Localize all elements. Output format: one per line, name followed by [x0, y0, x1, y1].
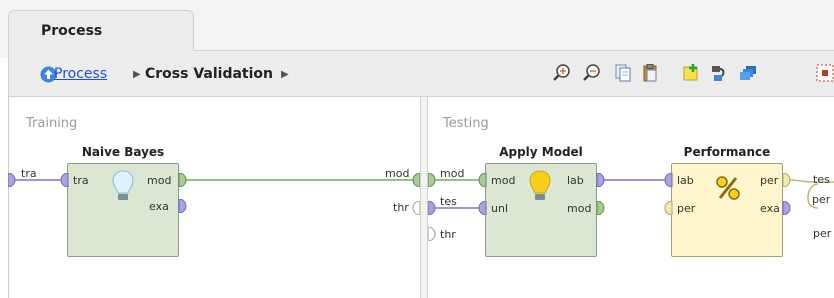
testing-thr-input-port[interactable] — [428, 227, 436, 241]
paste-icon[interactable] — [640, 63, 660, 83]
training-title: Training — [26, 116, 78, 131]
apply-model-unl-label: unl — [491, 202, 508, 215]
lightbulb-lit-icon — [529, 170, 551, 200]
panel-divider[interactable] — [420, 97, 428, 298]
auto-wire-icon[interactable] — [710, 63, 730, 83]
testing-mod-input-label: mod — [440, 167, 465, 180]
naive-bayes-tra-port[interactable] — [59, 173, 69, 187]
copy-icon[interactable] — [613, 63, 633, 83]
testing-thr-input-label: thr — [440, 228, 456, 241]
breadcrumb-current: Cross Validation — [145, 66, 273, 82]
training-thr-output-label: thr — [393, 201, 409, 214]
training-input-label: tra — [21, 167, 37, 180]
percent-icon — [716, 176, 740, 200]
performance-lab-label: lab — [677, 174, 694, 187]
naive-bayes-mod-label: mod — [147, 174, 172, 187]
testing-mod-input-port[interactable] — [428, 173, 436, 187]
naive-bayes-mod-port[interactable] — [178, 173, 188, 187]
training-thr-output-port[interactable] — [412, 201, 420, 215]
training-mod-output-port[interactable] — [412, 173, 420, 187]
performance-per-input-label: per — [677, 202, 696, 215]
apply-model-mod-port[interactable] — [477, 173, 487, 187]
tab-process[interactable]: Process — [8, 10, 194, 51]
performance-per-label: per — [760, 174, 779, 187]
apply-model-mod-out-port[interactable] — [596, 201, 606, 215]
apply-model-name: Apply Model — [499, 145, 583, 159]
apply-model-lab-label: lab — [567, 174, 584, 187]
testing-per-output-label-2: per — [813, 227, 832, 240]
testing-tes-input-port[interactable] — [428, 201, 436, 215]
training-mod-output-label: mod — [385, 167, 410, 180]
testing-tes-output-label: tes — [813, 173, 830, 186]
testing-per-output-label-1: per — [812, 193, 831, 206]
testing-tes-input-label: tes — [440, 195, 457, 208]
apply-model-lab-port[interactable] — [596, 173, 606, 187]
apply-model-mod-label: mod — [491, 174, 516, 187]
add-note-icon[interactable] — [681, 63, 701, 83]
naive-bayes-name: Naive Bayes — [81, 145, 165, 159]
arrange-icon[interactable] — [738, 63, 758, 83]
breadcrumb-chevron-icon[interactable]: ▶ — [281, 69, 289, 80]
performance-per-input-port[interactable] — [663, 201, 673, 215]
naive-bayes-tra-label: tra — [73, 174, 89, 187]
performance-lab-port[interactable] — [663, 173, 673, 187]
training-input-port[interactable] — [8, 173, 16, 187]
naive-bayes-exa-port[interactable] — [178, 199, 188, 213]
breadcrumb-separator-icon: ▶ — [133, 69, 141, 80]
testing-title: Testing — [443, 116, 489, 131]
tab-process-label: Process — [41, 23, 103, 39]
apply-model-unl-port[interactable] — [477, 201, 487, 215]
performance-exa-port[interactable] — [782, 201, 792, 215]
apply-model-mod-out-label: mod — [567, 202, 592, 215]
performance-name: Performance — [683, 145, 771, 159]
naive-bayes-exa-label: exa — [149, 200, 169, 213]
zoom-out-icon[interactable] — [582, 63, 602, 83]
breadcrumb-process-link[interactable]: Process — [54, 66, 107, 82]
lightbulb-icon — [112, 170, 134, 200]
zoom-in-icon[interactable] — [552, 63, 572, 83]
performance-per-port[interactable] — [782, 173, 792, 187]
fit-view-icon[interactable] — [815, 63, 834, 83]
performance-exa-label: exa — [760, 202, 780, 215]
